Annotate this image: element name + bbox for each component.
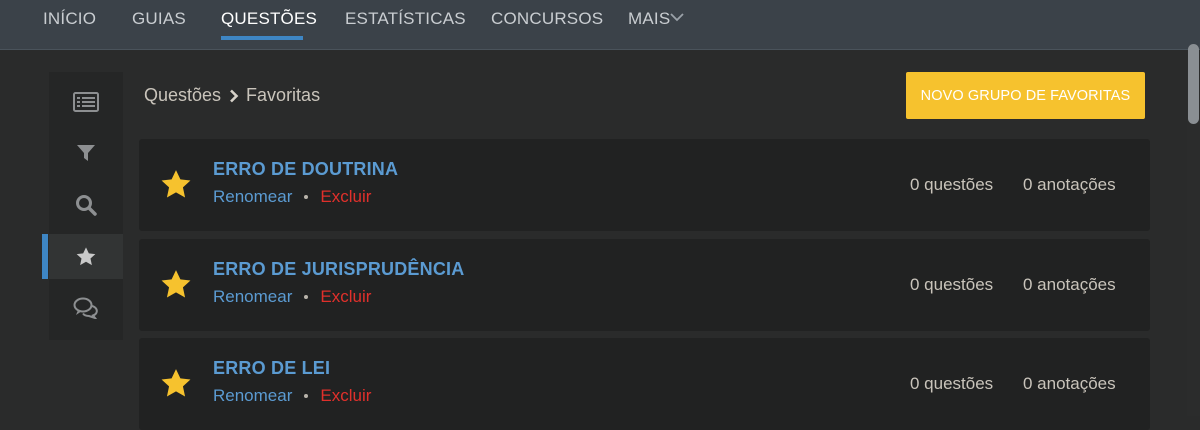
rename-link[interactable]: Renomear [213,287,292,307]
breadcrumb: Questões Favoritas [144,85,320,106]
star-icon [161,170,191,198]
sidebar-item-filter[interactable] [49,130,123,175]
scrollbar-thumb[interactable] [1188,44,1199,124]
separator-dot [304,195,309,199]
group-title[interactable]: ERRO DE DOUTRINA [213,159,398,180]
favorite-group-card: ERRO DE DOUTRINA Renomear Excluir 0 ques… [139,139,1150,231]
group-title[interactable]: ERRO DE LEI [213,358,330,379]
group-actions: Renomear Excluir [213,386,371,406]
notes-count: 0 anotações [1023,374,1116,393]
separator-dot [304,295,309,299]
nav-item-guias[interactable]: GUIAS [132,9,186,29]
search-icon [76,194,97,216]
questions-count: 0 questões [910,275,994,294]
filter-icon [77,144,95,161]
star-icon [161,270,191,298]
group-actions: Renomear Excluir [213,187,371,207]
nav-item-questoes[interactable]: QUESTÕES [221,9,317,29]
questions-count: 0 questões [910,175,994,194]
rename-link[interactable]: Renomear [213,187,292,207]
star-icon [161,369,191,397]
separator-dot [304,394,309,398]
nav-item-inicio[interactable]: INÍCIO [43,9,96,29]
nav-item-concursos[interactable]: CONCURSOS [491,9,603,29]
notes-count: 0 anotações [1023,275,1116,294]
chevron-right-icon [230,89,239,102]
new-favorite-group-button[interactable]: NOVO GRUPO DE FAVORITAS [906,72,1145,119]
star-icon [76,246,96,265]
delete-link[interactable]: Excluir [320,287,371,307]
comments-icon [73,297,98,319]
group-title[interactable]: ERRO DE JURISPRUDÊNCIA [213,259,464,280]
sidebar-active-indicator [42,234,48,279]
group-actions: Renomear Excluir [213,287,371,307]
rename-link[interactable]: Renomear [213,386,292,406]
favorite-group-card: ERRO DE JURISPRUDÊNCIA Renomear Excluir … [139,239,1150,331]
favorite-group-card: ERRO DE LEI Renomear Excluir 0 questões … [139,338,1150,430]
top-nav: INÍCIO GUIAS QUESTÕES ESTATÍSTICAS CONCU… [0,0,1200,50]
sidebar-item-comments[interactable] [49,285,123,330]
chevron-down-icon[interactable] [669,10,685,24]
nav-item-mais[interactable]: MAIS [628,9,670,29]
breadcrumb-parent[interactable]: Questões [144,85,221,106]
delete-link[interactable]: Excluir [320,386,371,406]
nav-active-indicator [221,36,303,40]
sidebar-item-search[interactable] [49,182,123,227]
questions-count: 0 questões [910,374,994,393]
notes-count: 0 anotações [1023,175,1116,194]
sidebar [49,72,123,340]
nav-item-estatisticas[interactable]: ESTATÍSTICAS [345,9,466,29]
breadcrumb-current: Favoritas [246,85,321,105]
list-icon [73,91,99,112]
sidebar-item-list[interactable] [49,79,123,124]
sidebar-item-favorites[interactable] [49,234,123,279]
delete-link[interactable]: Excluir [320,187,371,207]
